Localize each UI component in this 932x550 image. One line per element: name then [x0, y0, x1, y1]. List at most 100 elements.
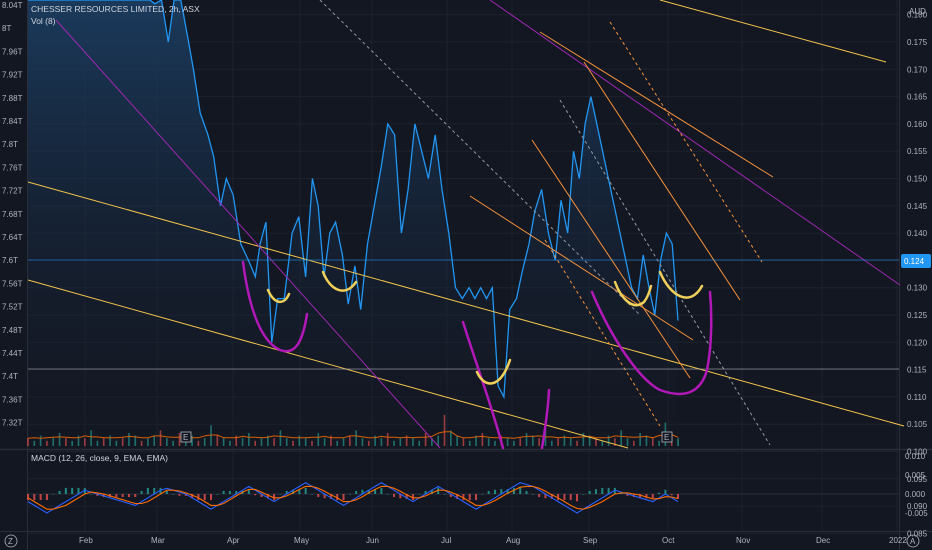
price-axis-label: 0.165 — [907, 93, 928, 102]
price-axis-label: 0.115 — [907, 366, 927, 375]
price-axis-label: 0.155 — [907, 147, 928, 156]
time-axis-label: Aug — [506, 536, 520, 545]
macd-histogram-bar — [563, 494, 566, 501]
macd-histogram-bar — [538, 494, 541, 498]
macd-axis-label: -0.005 — [905, 509, 928, 518]
macd-histogram-bar — [582, 494, 585, 495]
macd-histogram-bar — [475, 494, 478, 501]
macd-histogram-bar — [127, 494, 130, 498]
left-axis-label: 7.92T — [2, 71, 23, 80]
macd-histogram-bar — [601, 487, 604, 494]
macd-histogram-bar — [576, 494, 579, 502]
earnings-marker[interactable]: E — [180, 431, 192, 443]
macd-histogram-bar — [58, 490, 61, 494]
macd-histogram-bar — [487, 490, 490, 494]
macd-histogram-bar — [380, 487, 383, 494]
macd-histogram-bar — [90, 494, 93, 495]
time-axis-label: 2022 — [889, 536, 907, 545]
left-axis-label: 7.84T — [2, 117, 23, 126]
left-axis-label: 7.44T — [2, 349, 23, 358]
price-axis-label: 0.140 — [907, 229, 928, 238]
left-axis-label: 7.48T — [2, 326, 23, 335]
time-axis-label: Apr — [227, 536, 240, 545]
price-badge-text: 0.124 — [904, 257, 925, 266]
left-axis-label: 7.96T — [2, 47, 23, 56]
time-axis-label: Nov — [736, 536, 750, 545]
macd-histogram-bar — [493, 489, 496, 494]
macd-histogram-bar — [304, 487, 307, 494]
left-axis-label: 7.36T — [2, 395, 23, 404]
macd-histogram-bar — [165, 490, 168, 494]
left-axis-label: 7.68T — [2, 210, 23, 219]
macd-histogram-bar — [355, 490, 358, 494]
price-axis-label: 0.130 — [907, 284, 928, 293]
macd-histogram-bar — [216, 494, 219, 495]
macd-histogram-bar — [569, 494, 572, 501]
macd-histogram-bar — [531, 494, 534, 495]
macd-histogram-bar — [658, 492, 661, 494]
time-axis-label: Sep — [583, 536, 598, 545]
macd-histogram-bar — [525, 490, 528, 494]
macd-histogram-bar — [172, 494, 175, 495]
macd-label[interactable]: MACD (12, 26, close, 9, EMA, EMA) — [31, 453, 168, 463]
auto-scale-button[interactable]: A — [906, 534, 920, 548]
macd-histogram-bar — [588, 490, 591, 494]
macd-histogram-bar — [443, 494, 446, 495]
time-axis-label: May — [294, 536, 309, 545]
price-axis-label: 0.170 — [907, 65, 928, 74]
currency-label: AUD — [909, 7, 926, 16]
macd-histogram-bar — [210, 494, 213, 501]
timezone-button[interactable]: Z — [4, 534, 18, 548]
price-axis-label: 0.160 — [907, 120, 928, 129]
macd-histogram-bar — [393, 494, 396, 498]
macd-histogram-bar — [310, 494, 313, 495]
macd-histogram-bar — [134, 494, 137, 498]
time-axis-label: Jun — [366, 536, 379, 545]
left-axis-label: 8.04T — [2, 1, 23, 10]
macd-histogram-bar — [140, 490, 143, 494]
macd-axis-label: 0.010 — [905, 452, 926, 461]
macd-histogram-bar — [418, 494, 421, 495]
left-axis-label: 7.8T — [2, 140, 18, 149]
left-axis-label: 7.72T — [2, 187, 23, 196]
volume-label[interactable]: Vol (8) — [31, 16, 56, 26]
time-axis-label: Oct — [662, 536, 675, 545]
macd-histogram-bar — [664, 489, 667, 494]
left-axis-label: 7.88T — [2, 94, 23, 103]
macd-histogram-bar — [146, 487, 149, 494]
left-volume-axis[interactable]: 8.04T 8T 7.96T 7.92T 7.88T 7.84T 7.8T 7.76T 7.72… — [2, 1, 23, 428]
svg-text:E: E — [664, 433, 669, 442]
macd-histogram-bar — [468, 494, 471, 501]
time-axis[interactable]: Feb Mar Apr May Jun Jul Aug Sep Oct Nov Dec 2022 — [79, 536, 907, 545]
left-axis-label: 7.52T — [2, 303, 23, 312]
chart-canvas[interactable]: E E 0.0850.0900.0950.1000.1050.1100.1150… — [0, 0, 932, 550]
right-price-axis[interactable]: 0.0850.0900.0950.1000.1050.1100.1150.120… — [905, 11, 928, 539]
macd-histogram-bar — [348, 494, 351, 495]
macd-histogram-bar — [228, 490, 231, 494]
macd-histogram-bar — [342, 494, 345, 501]
macd-histogram-bar — [317, 494, 320, 498]
left-axis-label: 7.32T — [2, 419, 23, 428]
price-axis-label: 0.125 — [907, 311, 928, 320]
macd-histogram-bar — [121, 494, 124, 498]
price-axis-label: 0.105 — [907, 420, 928, 429]
macd-histogram-bar — [254, 494, 257, 496]
price-axis-label: 0.175 — [907, 38, 928, 47]
macd-histogram-bar — [27, 494, 29, 501]
left-axis-label: 7.4T — [2, 372, 18, 381]
price-axis-label: 0.120 — [907, 338, 928, 347]
symbol-title[interactable]: CHESSER RESOURCES LIMITED, 2h, ASX — [31, 4, 200, 14]
time-axis-label: Jul — [441, 536, 451, 545]
macd-histogram-bar — [594, 489, 597, 494]
time-axis-label: Feb — [79, 536, 93, 545]
svg-text:E: E — [183, 433, 188, 442]
price-badge: 0.124 — [901, 254, 931, 268]
macd-histogram-bar — [279, 494, 282, 495]
macd-histogram-bar — [33, 494, 36, 501]
earnings-marker[interactable]: E — [661, 431, 673, 443]
macd-histogram-bar — [670, 494, 673, 496]
macd-histogram-bar — [481, 494, 484, 495]
macd-histogram-bar — [222, 490, 225, 494]
macd-axis-label: 0.005 — [905, 471, 926, 480]
price-axis-label: 0.145 — [907, 202, 928, 211]
